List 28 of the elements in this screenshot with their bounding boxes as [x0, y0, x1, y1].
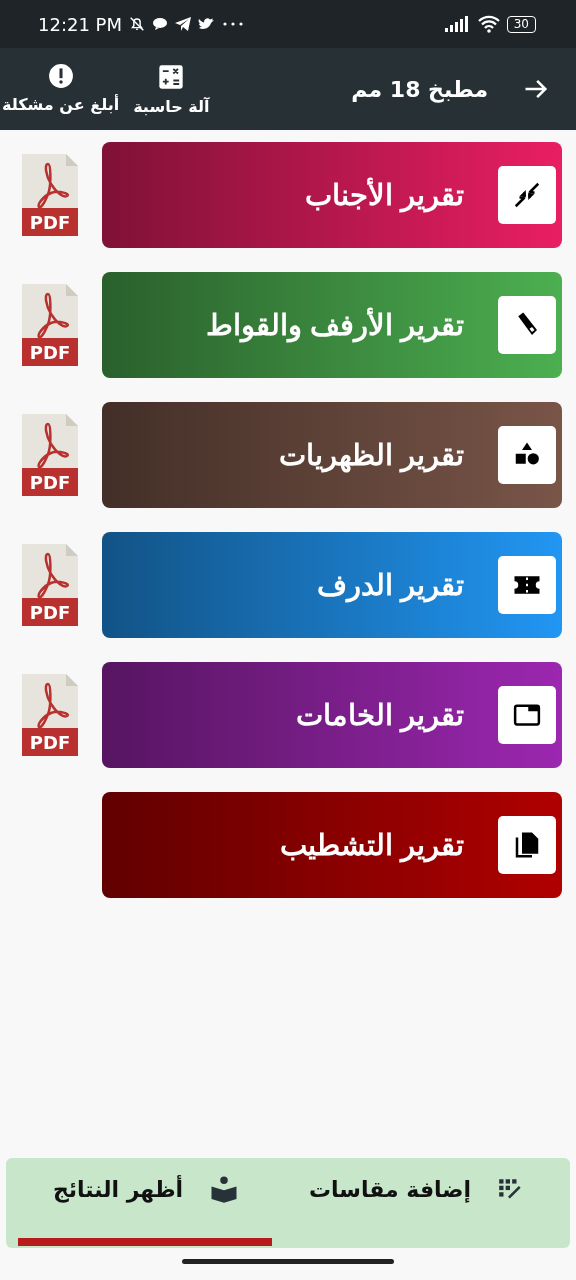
report-card[interactable]: تقرير التشطيب	[102, 792, 562, 898]
pdf-file-icon[interactable]: PDF	[22, 674, 78, 756]
report-card[interactable]: تقرير الأرفف والقواط	[102, 272, 562, 378]
bird-icon	[198, 16, 216, 32]
calculator-button[interactable]: آلة حاسبة	[133, 62, 210, 116]
report-problem-button[interactable]: أبلغ عن مشكلة	[2, 62, 120, 116]
clock: 12:21 PM	[38, 13, 122, 35]
show-results-button[interactable]: أظهر النتائج	[52, 1174, 240, 1204]
report-card[interactable]: تقرير الخامات	[102, 662, 562, 768]
wifi-icon	[476, 15, 501, 33]
pdf-file-icon[interactable]: PDF	[22, 414, 78, 496]
pdf-file-icon[interactable]: PDF	[22, 544, 78, 626]
more-icon	[222, 21, 244, 27]
report-card[interactable]: تقرير الأجناب	[102, 142, 562, 248]
paper-plane-icon	[174, 16, 192, 32]
pdf-file-icon[interactable]: PDF	[22, 154, 78, 236]
chat-icon	[152, 17, 168, 31]
signal-icon	[444, 16, 471, 32]
page-title: مطبخ 18 مم	[350, 76, 488, 102]
calculator-icon	[157, 62, 186, 91]
battery-indicator: 30	[506, 15, 536, 33]
report-card[interactable]: تقرير الدرف	[102, 532, 562, 638]
bell-off-icon	[128, 15, 146, 33]
add-measurements-button[interactable]: إضافة مقاسات	[308, 1174, 524, 1204]
alert-icon	[47, 62, 74, 89]
report-card[interactable]: تقرير الظهريات	[102, 402, 562, 508]
reader-icon	[209, 1174, 240, 1204]
pdf-file-icon[interactable]: PDF	[22, 284, 78, 366]
